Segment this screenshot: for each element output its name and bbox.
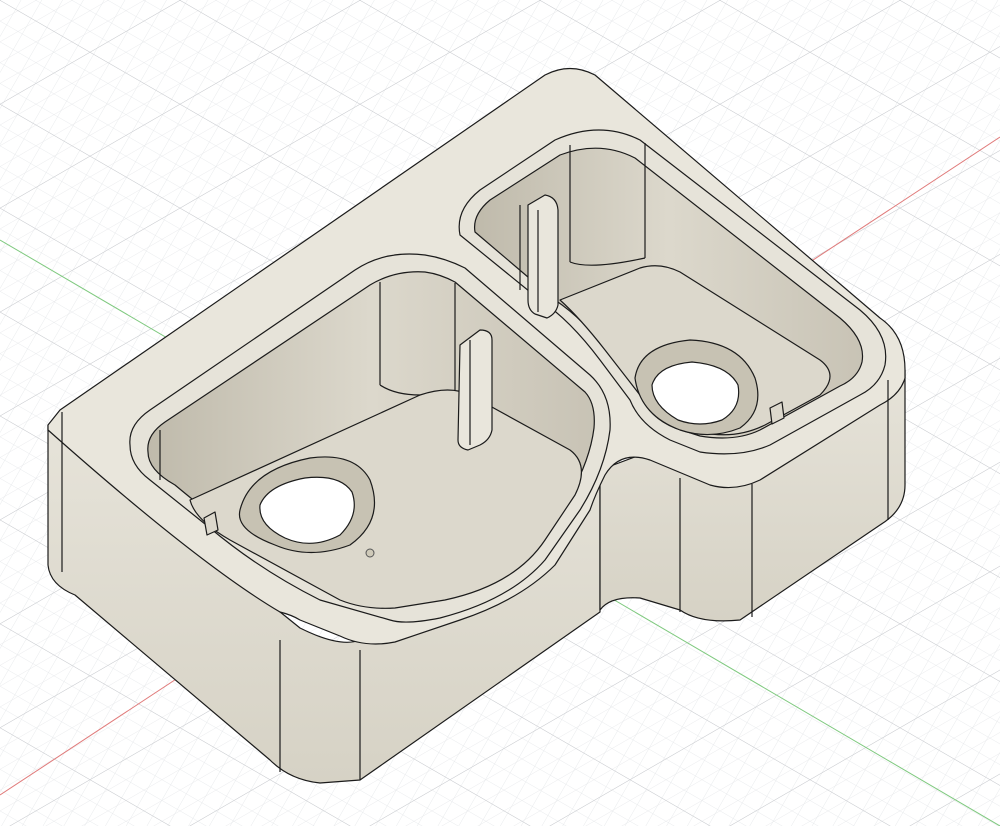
right-pocket-rib[interactable] — [527, 194, 559, 319]
left-pocket-rib[interactable] — [457, 329, 493, 451]
viewport-canvas[interactable] — [0, 0, 1000, 826]
3d-viewport[interactable] — [0, 0, 1000, 826]
origin-point-icon[interactable] — [365, 548, 375, 558]
